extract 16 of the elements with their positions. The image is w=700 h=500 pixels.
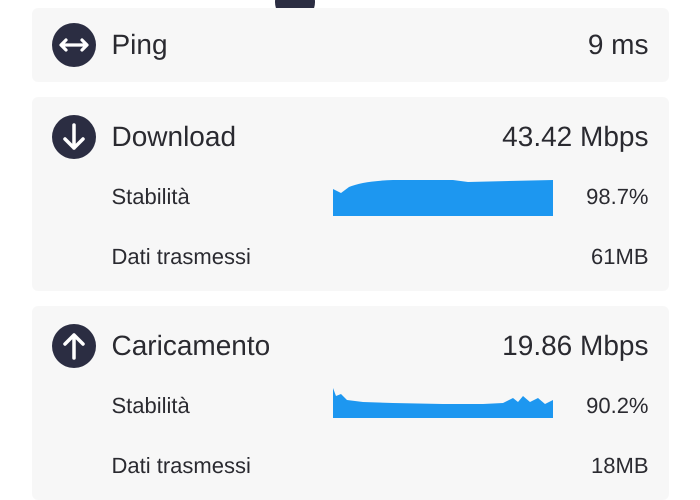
row-label: Dati trasmessi xyxy=(112,244,252,270)
row-value: 90.2% xyxy=(585,393,648,419)
download-icon xyxy=(52,115,96,159)
metric-label: Ping xyxy=(112,29,169,61)
row-label: Stabilità xyxy=(112,184,191,210)
metric-value: 19.86 Mbps xyxy=(502,330,648,362)
row-value: 98.7% xyxy=(585,184,648,210)
metric-value: 9 ms xyxy=(588,29,648,61)
metric-value: 43.42 Mbps xyxy=(502,121,648,153)
metric-label: Caricamento xyxy=(112,330,272,362)
row-value: 61MB xyxy=(590,244,648,270)
row-label: Dati trasmessi xyxy=(112,453,252,479)
row-value: 18MB xyxy=(590,453,648,479)
upload-icon xyxy=(52,324,96,368)
metric-label: Download xyxy=(112,121,238,153)
row-label: Stabilità xyxy=(112,393,191,419)
